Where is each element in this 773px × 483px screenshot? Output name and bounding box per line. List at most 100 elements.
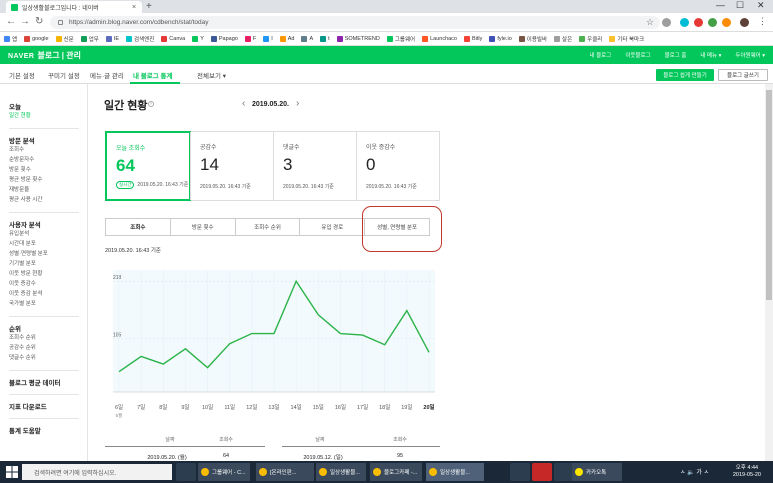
- bookmark-item[interactable]: t: [320, 35, 330, 42]
- forward-icon[interactable]: →: [20, 16, 30, 27]
- sidebar-item[interactable]: 조회수: [9, 145, 87, 155]
- prev-date-icon[interactable]: ‹: [242, 98, 245, 109]
- extension-icon[interactable]: [722, 18, 731, 27]
- header-link[interactable]: 이웃블로그: [625, 51, 650, 59]
- tab-views[interactable]: 조회수: [106, 219, 170, 235]
- back-icon[interactable]: ←: [6, 16, 16, 27]
- sidebar-item[interactable]: 이웃 증감수: [9, 279, 87, 289]
- new-tab-button[interactable]: +: [146, 1, 152, 12]
- write-post-button[interactable]: 블로그 글쓰기: [718, 69, 768, 81]
- bookmark-item[interactable]: 그룹웨어: [386, 35, 415, 43]
- bookmark-item[interactable]: google: [24, 35, 49, 42]
- bookmark-item[interactable]: SOMETREND: [336, 35, 380, 42]
- bookmark-item[interactable]: 살은: [554, 35, 572, 43]
- sidebar-item[interactable]: 방문 횟수: [9, 165, 87, 175]
- bookmark-item[interactable]: Bitly: [464, 35, 482, 42]
- make-blog-button[interactable]: 블로그 쉽게 만들기: [656, 69, 714, 81]
- taskbar-app[interactable]: 블로그카페 -...: [370, 463, 422, 481]
- sidebar-group-title[interactable]: 순위: [9, 323, 87, 333]
- sidebar-group-title[interactable]: 블로그 평균 데이터: [9, 377, 87, 387]
- maximize-icon[interactable]: ☐: [736, 0, 744, 11]
- extension-icon[interactable]: [694, 18, 703, 27]
- taskbar-app-active[interactable]: 일상생활블...: [426, 463, 484, 481]
- sidebar-item[interactable]: 순방문자수: [9, 155, 87, 165]
- bookmark-item[interactable]: Papago: [210, 35, 238, 42]
- tab-visits[interactable]: 방문 횟수: [169, 219, 235, 235]
- bookmark-item[interactable]: 업무: [80, 35, 99, 43]
- sidebar-group-title[interactable]: 지표 다운로드: [9, 401, 87, 411]
- extension-icon[interactable]: [708, 18, 717, 27]
- bookmark-item[interactable]: 우클리: [579, 35, 602, 43]
- bookmark-item[interactable]: I: [263, 35, 273, 42]
- calculator-icon[interactable]: [510, 463, 530, 481]
- bookmark-item[interactable]: Launchaco: [422, 35, 457, 42]
- sidebar-item[interactable]: 공감수 순위: [9, 343, 87, 353]
- sidebar-group-title[interactable]: 통계 도움말: [9, 425, 87, 435]
- sidebar-item[interactable]: 국가별 분포: [9, 299, 87, 309]
- kakaotalk-taskbar[interactable]: 카카오톡: [572, 463, 622, 481]
- minimize-icon[interactable]: —: [716, 0, 725, 10]
- sidebar-item[interactable]: 평균 사용 시간: [9, 195, 87, 205]
- extension-icon[interactable]: [662, 18, 671, 27]
- bookmark-item[interactable]: Canva: [161, 35, 185, 42]
- bookmark-star-icon[interactable]: ☆: [646, 17, 654, 28]
- bookmark-item[interactable]: 앱: [4, 35, 17, 43]
- bookmark-item[interactable]: 검색엔진: [126, 35, 154, 43]
- scrollbar-thumb[interactable]: [766, 90, 772, 300]
- next-date-icon[interactable]: ›: [296, 98, 299, 109]
- bookmark-item[interactable]: Y: [192, 35, 204, 42]
- reload-icon[interactable]: ↻: [35, 16, 43, 27]
- sidebar-item[interactable]: 이웃 증감 분석: [9, 289, 87, 299]
- sidebar-item[interactable]: 댓글수 순위: [9, 353, 87, 363]
- sidebar-item[interactable]: 시간대 분포: [9, 239, 87, 249]
- url-bar[interactable]: https://admin.blog.naver.com/cdbench/sta…: [50, 16, 660, 29]
- taskbar-app[interactable]: [온라인판...: [256, 463, 314, 481]
- windows-start-icon[interactable]: [6, 466, 18, 478]
- taskbar-search-input[interactable]: 검색하려면 여기에 입력하십시오.: [22, 464, 172, 480]
- sidebar-item[interactable]: 기기별 분포: [9, 259, 87, 269]
- sidebar-group-title[interactable]: 방문 분석: [9, 135, 87, 145]
- sidebar-group-title[interactable]: 사용자 분석: [9, 219, 87, 229]
- header-link[interactable]: 내 메뉴 ▾: [700, 51, 721, 59]
- taskbar-clock[interactable]: 오후 4:44 2019-05-20: [733, 465, 761, 479]
- extension-icon[interactable]: [680, 18, 689, 27]
- taskbar-app[interactable]: 그룹웨어 - C...: [198, 463, 250, 481]
- bookmark-item[interactable]: 이용빌바: [518, 35, 547, 43]
- help-icon[interactable]: ?: [148, 101, 154, 107]
- bookmark-item[interactable]: A: [301, 35, 313, 42]
- taskbar-app[interactable]: 일상생활블...: [316, 463, 366, 481]
- profile-avatar[interactable]: [740, 18, 749, 27]
- bookmark-item[interactable]: Ad: [279, 35, 294, 42]
- sidebar-item[interactable]: 재방문율: [9, 185, 87, 195]
- nav-blog-stats[interactable]: 내 블로그 통계: [133, 70, 173, 80]
- header-link[interactable]: 내 블로그: [590, 51, 612, 59]
- sidebar-item[interactable]: 평균 방문 횟수: [9, 175, 87, 185]
- tab-close-icon[interactable]: ×: [132, 4, 136, 11]
- bookmark-item[interactable]: fyle.io: [489, 35, 512, 42]
- sidebar-item[interactable]: 조회수 순위: [9, 333, 87, 343]
- system-tray[interactable]: ㅅ 🔈 가 ㅅ: [680, 467, 709, 476]
- app-icon[interactable]: [554, 463, 574, 481]
- naver-logo[interactable]: NAVER 블로그 | 관리: [8, 50, 81, 61]
- bookmark-item[interactable]: 기타 북마크: [609, 35, 644, 43]
- nav-design-settings[interactable]: 꾸미기 설정: [48, 70, 80, 80]
- sidebar-item[interactable]: 유입분석: [9, 229, 87, 239]
- sidebar-item[interactable]: 일간 현황: [9, 111, 87, 121]
- bookmark-item[interactable]: F: [244, 35, 256, 42]
- sidebar-item[interactable]: 성별·연령별 분포: [9, 249, 87, 259]
- browser-tab[interactable]: 일상생활블로그입니다 : 네이버 ×: [6, 1, 142, 13]
- header-link[interactable]: 두아원웨어 ▾: [735, 51, 765, 59]
- sidebar-group-title[interactable]: 오늘: [9, 101, 87, 111]
- header-link[interactable]: 블로그 홈: [665, 51, 687, 59]
- tab-view-rank[interactable]: 조회수 순위: [234, 219, 300, 235]
- sidebar-item[interactable]: 이웃 방문 현황: [9, 269, 87, 279]
- bookmark-item[interactable]: IE: [105, 35, 119, 42]
- menu-icon[interactable]: ⋮: [758, 16, 767, 27]
- nav-basic-settings[interactable]: 기본 설정: [9, 70, 35, 80]
- close-window-icon[interactable]: ✕: [757, 0, 765, 11]
- nav-view-all[interactable]: 전체보기 ▾: [197, 70, 226, 80]
- bookmark-item[interactable]: 신문: [55, 35, 74, 43]
- task-view-icon[interactable]: [176, 463, 196, 481]
- nav-menu-management[interactable]: 메뉴·글 관리: [90, 70, 124, 80]
- app-icon[interactable]: [532, 463, 552, 481]
